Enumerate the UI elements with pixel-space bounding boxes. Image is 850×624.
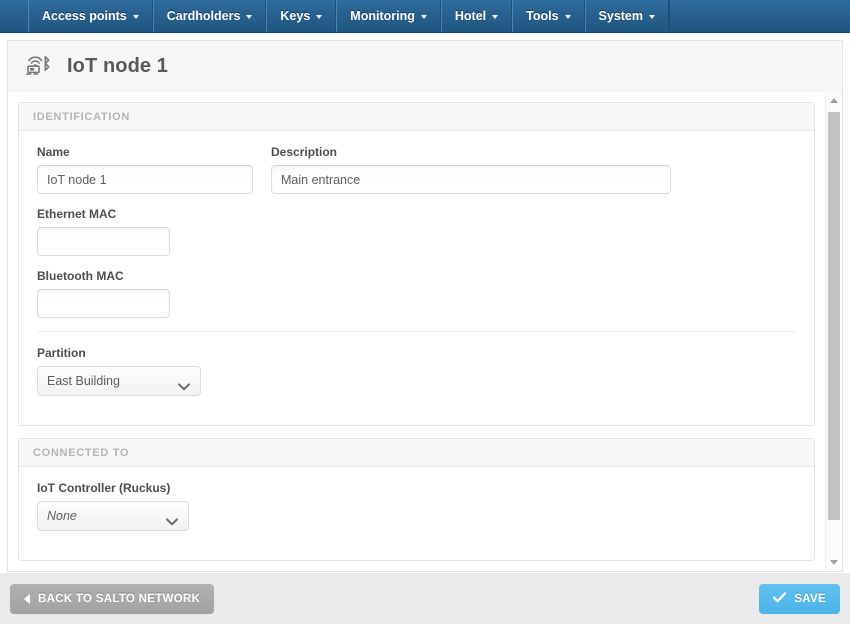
partition-field-group: Partition East Building [37,346,796,396]
iot-node-icon [24,50,54,83]
nav-item-label: Keys [280,9,311,23]
back-button-label: BACK TO SALTO NETWORK [38,592,201,605]
partition-select-wrapper: East Building [37,366,201,396]
scrollbar-down-button[interactable] [826,554,842,571]
identification-panel: IDENTIFICATION Name Description Et [18,102,815,426]
scroll-up-arrow-icon [830,98,838,103]
scrollbar-up-button[interactable] [826,92,842,109]
back-to-salto-network-button[interactable]: BACK TO SALTO NETWORK [10,583,215,614]
iot-controller-field-group: IoT Controller (Ruckus) None [37,481,796,531]
nav-item-hotel[interactable]: Hotel [440,0,513,32]
nav-item-cardholders[interactable]: Cardholders [152,0,267,32]
description-input[interactable] [271,165,671,194]
chevron-down-icon [649,15,656,19]
check-icon [773,591,787,606]
scroll-down-arrow-icon [830,560,838,565]
nav-item-tools[interactable]: Tools [512,0,585,32]
nav-item-system[interactable]: System [584,0,670,32]
nav-item-label: Hotel [454,9,487,23]
chevron-down-icon [316,15,323,19]
nav-item-monitoring[interactable]: Monitoring [336,0,441,32]
nav-item-label: System [598,9,644,23]
scrollable-form-region: IDENTIFICATION Name Description Et [8,92,825,571]
chevron-left-icon [24,593,30,604]
iot-controller-label: IoT Controller (Ruckus) [37,481,171,495]
ethernet-mac-input[interactable] [37,227,170,256]
bluetooth-mac-field-group: Bluetooth MAC [37,269,796,318]
iot-controller-select[interactable]: None [37,501,189,531]
chevron-down-icon [420,15,427,19]
connected-to-panel: CONNECTED TO IoT Controller (Ruckus) Non… [18,438,815,561]
description-label: Description [271,145,338,159]
name-field-group: Name [37,145,253,194]
identification-panel-title: IDENTIFICATION [19,103,814,131]
footer-action-bar: BACK TO SALTO NETWORK SAVE [0,572,850,624]
scrollbar-thumb[interactable] [828,112,840,520]
bluetooth-mac-label: Bluetooth MAC [37,269,124,283]
nav-item-label: Access points [42,9,127,23]
vertical-scrollbar[interactable] [825,92,842,571]
page-header: IoT node 1 [7,40,843,92]
iot-controller-select-wrapper: None [37,501,189,531]
chevron-down-icon [564,15,571,19]
content-area: IDENTIFICATION Name Description Et [7,92,843,572]
identification-panel-body: Name Description Ethernet MAC Blue [19,131,814,425]
chevron-down-icon [492,15,499,19]
save-button-label: SAVE [794,592,826,605]
save-button[interactable]: SAVE [759,583,840,614]
connected-to-panel-title: CONNECTED TO [19,439,814,467]
name-description-row: Name Description [37,145,796,207]
section-divider [37,331,796,332]
partition-label: Partition [37,346,86,360]
navbar-filler [669,0,850,32]
nav-item-label: Tools [526,9,559,23]
ethernet-mac-field-group: Ethernet MAC [37,207,796,256]
bluetooth-mac-input[interactable] [37,289,170,318]
nav-item-label: Monitoring [350,9,415,23]
name-input[interactable] [37,165,253,194]
connected-to-panel-body: IoT Controller (Ruckus) None [19,467,814,560]
chevron-down-icon [132,15,139,19]
main-navigation-bar: Access points Cardholders Keys Monitorin… [0,0,850,33]
partition-select[interactable]: East Building [37,366,201,396]
nav-item-keys[interactable]: Keys [266,0,337,32]
page-title: IoT node 1 [67,55,168,77]
name-label: Name [37,145,70,159]
description-field-group: Description [271,145,671,194]
chevron-down-icon [246,15,253,19]
application-window: Access points Cardholders Keys Monitorin… [0,0,850,624]
ethernet-mac-label: Ethernet MAC [37,207,117,221]
nav-item-label: Cardholders [166,9,241,23]
nav-item-access-points[interactable]: Access points [28,0,153,32]
